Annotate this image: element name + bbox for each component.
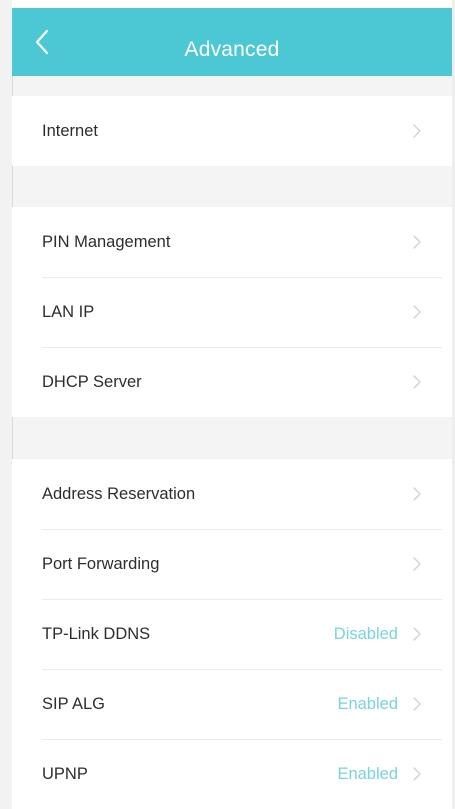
row-upnp[interactable]: UPNP Enabled	[12, 739, 452, 809]
chevron-right-icon	[412, 556, 422, 572]
page-title: Advanced	[184, 38, 280, 61]
chevron-right-icon	[412, 123, 422, 139]
settings-group-network: PIN Management LAN IP DHCP Server	[12, 207, 452, 417]
chevron-right-icon	[412, 234, 422, 250]
chevron-right-icon	[412, 486, 422, 502]
row-port-forwarding[interactable]: Port Forwarding	[12, 529, 452, 599]
row-label: SIP ALG	[42, 694, 105, 713]
row-label: PIN Management	[42, 232, 171, 251]
row-label: TP-Link DDNS	[42, 624, 151, 643]
row-label: Port Forwarding	[42, 554, 160, 573]
row-sip-alg[interactable]: SIP ALG Enabled	[12, 669, 452, 739]
chevron-right-icon	[412, 374, 422, 390]
status-bar	[12, 0, 452, 8]
chevron-right-icon	[412, 626, 422, 642]
app-screen: Advanced Internet PIN Management LAN IP	[0, 0, 455, 809]
row-label: Internet	[42, 121, 98, 140]
row-dhcp-server[interactable]: DHCP Server	[12, 347, 452, 417]
sip-alg-status-value: Enabled	[337, 694, 398, 713]
row-pin-management[interactable]: PIN Management	[12, 207, 452, 277]
upnp-status-value: Enabled	[337, 764, 398, 783]
row-label: UPNP	[42, 764, 88, 783]
row-internet[interactable]: Internet	[12, 96, 452, 166]
header-bar: Advanced	[12, 8, 452, 76]
row-lan-ip[interactable]: LAN IP	[12, 277, 452, 347]
row-tp-link-ddns[interactable]: TP-Link DDNS Disabled	[12, 599, 452, 669]
settings-group-internet: Internet	[12, 96, 452, 166]
ddns-status-value: Disabled	[333, 624, 398, 643]
chevron-right-icon	[412, 696, 422, 712]
chevron-right-icon	[412, 304, 422, 320]
row-label: LAN IP	[42, 302, 95, 321]
row-label: Address Reservation	[42, 484, 196, 503]
row-address-reservation[interactable]: Address Reservation	[12, 459, 452, 529]
row-label: DHCP Server	[42, 372, 142, 391]
settings-group-services: Address Reservation Port Forwarding TP-L…	[12, 459, 452, 809]
chevron-right-icon	[412, 766, 422, 782]
